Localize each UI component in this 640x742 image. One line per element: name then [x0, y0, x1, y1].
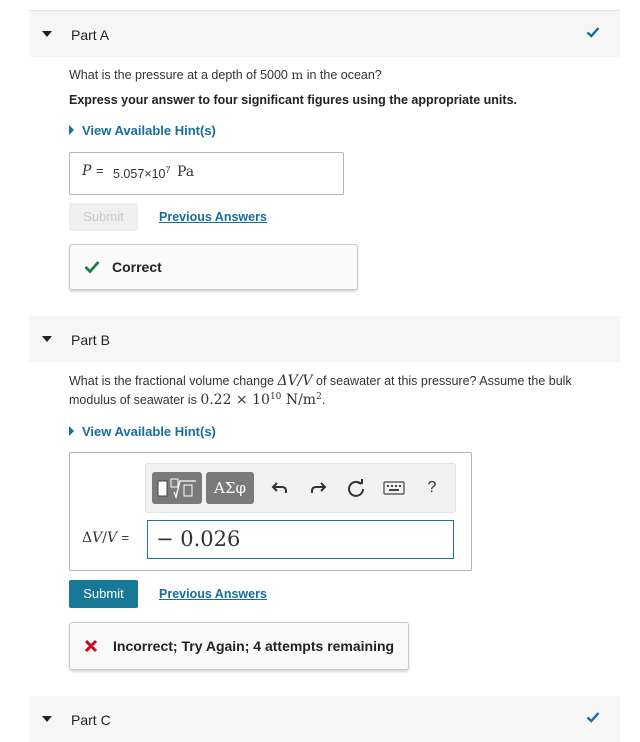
templates-button[interactable] — [152, 472, 202, 504]
part-b-question-line2: modulus of seawater is 0.22 × 1010 N/m2. — [69, 392, 325, 408]
part-a-question: What is the pressure at a depth of 5000 … — [69, 67, 382, 82]
part-a-title: Part A — [71, 27, 110, 43]
part-b-math-editor: ΑΣφ ? ΔV/V = − 0.026 — [69, 452, 472, 571]
answer-variable: P — [82, 163, 92, 179]
part-a-header[interactable]: Part A — [29, 11, 620, 57]
label-v2: V — [106, 530, 118, 546]
caret-down-icon[interactable] — [42, 31, 52, 37]
answer-value: 5.057×107 — [113, 165, 171, 181]
answer-equals: = — [96, 163, 104, 178]
triangle-right-icon — [69, 426, 74, 436]
part-b-hint-link[interactable]: View Available Hint(s) — [69, 424, 216, 439]
question-unit: N/m — [285, 392, 317, 409]
answer-exponent: 7 — [165, 165, 171, 175]
reset-icon[interactable] — [342, 472, 370, 504]
keyboard-icon[interactable] — [380, 472, 408, 504]
part-b-title: Part B — [71, 332, 110, 348]
part-a-submit-button[interactable]: Submit — [69, 203, 138, 231]
feedback-text: Correct — [112, 259, 162, 275]
caret-down-icon[interactable] — [42, 716, 52, 722]
question-text-end: of seawater at this pressure? Assume the… — [312, 374, 572, 388]
redo-icon[interactable] — [304, 472, 332, 504]
label-v: V — [92, 530, 103, 546]
part-b-feedback: Incorrect; Try Again; 4 attempts remaini… — [69, 622, 409, 670]
question-unit: m — [291, 67, 304, 82]
delta-symbol: Δ — [82, 530, 93, 546]
undo-icon[interactable] — [266, 472, 294, 504]
caret-down-icon[interactable] — [42, 336, 52, 342]
checkmark-icon — [84, 261, 100, 274]
templates-icon — [157, 478, 196, 500]
part-c-header[interactable]: Part C — [29, 696, 620, 742]
part-b-question-line1: What is the fractional volume change ΔV/… — [69, 373, 572, 389]
answer-equals: = — [121, 530, 130, 545]
x-icon — [84, 639, 98, 653]
part-b-header[interactable]: Part B — [29, 316, 620, 362]
part-a-previous-answers-link[interactable]: Previous Answers — [159, 210, 267, 224]
help-icon[interactable]: ? — [418, 472, 446, 504]
answer-input[interactable]: − 0.026 — [147, 520, 454, 559]
question-period: . — [321, 393, 326, 408]
answer-unit: Pa — [177, 164, 195, 180]
question-text: What is the fractional volume change — [69, 374, 278, 388]
question-text-end: in the ocean? — [303, 68, 382, 82]
math-toolbar: ΑΣφ ? — [145, 463, 456, 513]
checkmark-icon — [586, 27, 600, 38]
checkmark-icon — [586, 712, 600, 723]
part-b-previous-answers-link[interactable]: Previous Answers — [159, 587, 267, 601]
question-exponent: 10 — [269, 392, 282, 402]
hint-label: View Available Hint(s) — [82, 123, 216, 138]
answer-input-value: − 0.026 — [156, 527, 241, 551]
part-a-hint-link[interactable]: View Available Hint(s) — [69, 123, 216, 138]
question-math: ΔV/V — [277, 373, 313, 389]
part-a-feedback: Correct — [69, 244, 358, 290]
part-a-instruction: Express your answer to four significant … — [69, 93, 517, 107]
feedback-text: Incorrect; Try Again; 4 attempts remaini… — [113, 638, 395, 654]
hint-label: View Available Hint(s) — [82, 424, 216, 439]
answer-mantissa: 5.057×10 — [113, 167, 166, 182]
triangle-right-icon — [69, 125, 74, 135]
part-a-answer-box[interactable]: P = 5.057×107 Pa — [69, 152, 344, 195]
greek-symbols-button[interactable]: ΑΣφ — [206, 472, 254, 504]
question-text: modulus of seawater is — [69, 393, 201, 408]
question-text: What is the pressure at a depth of 5000 — [69, 68, 292, 82]
question-math: 0.22 × 10 — [200, 392, 270, 409]
part-b-submit-button[interactable]: Submit — [69, 580, 138, 608]
answer-label: ΔV/V = — [82, 530, 129, 546]
part-c-title: Part C — [71, 712, 111, 728]
